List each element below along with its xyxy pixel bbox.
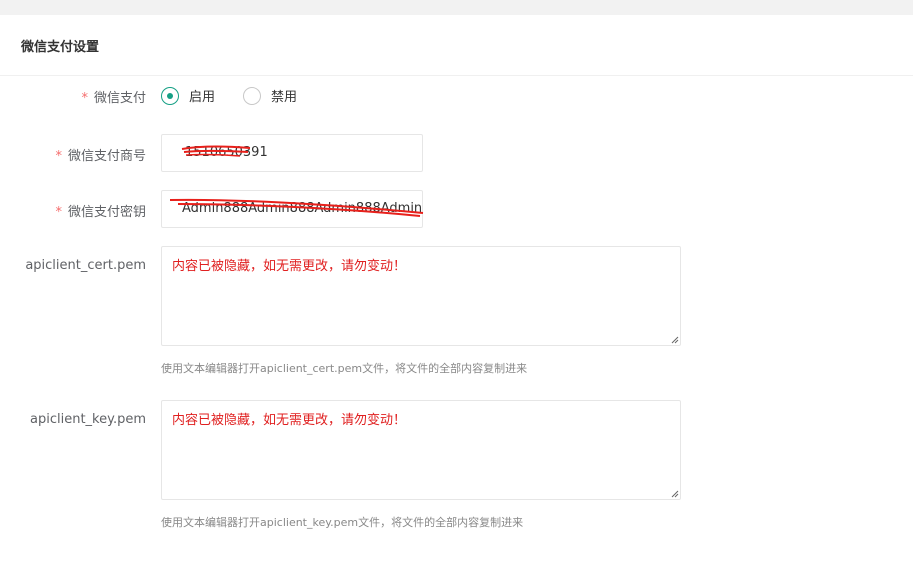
- required-mark: *: [81, 91, 88, 106]
- cert-pem-label: apiclient_cert.pem: [25, 258, 146, 273]
- key-pem-textarea[interactable]: 内容已被隐藏，如无需更改，请勿变动！: [161, 400, 681, 500]
- cert-pem-hint: 使用文本编辑器打开apiclient_cert.pem文件，将文件的全部内容复制…: [161, 362, 528, 375]
- cert-pem-textarea[interactable]: 内容已被隐藏，如无需更改，请勿变动！: [161, 246, 681, 346]
- radio-unchecked-icon[interactable]: [243, 86, 261, 105]
- required-mark: *: [55, 149, 62, 164]
- key-pem-hint: 使用文本编辑器打开apiclient_key.pem文件，将文件的全部内容复制进…: [161, 516, 524, 529]
- card-header: 微信支付设置: [0, 15, 913, 76]
- radio-disable[interactable]: 禁用: [243, 86, 297, 105]
- resize-grip-icon[interactable]: [671, 490, 679, 498]
- settings-card: 微信支付设置 * 微信支付 启用 禁用 * 微信支付商号 1510650391 * 微…: [0, 15, 913, 574]
- key-pem-label: apiclient_key.pem: [30, 412, 146, 427]
- merchant-id-input[interactable]: 1510650391: [161, 134, 423, 172]
- merchant-key-label: * 微信支付密钥: [55, 205, 146, 220]
- merchant-id-label: * 微信支付商号: [55, 149, 146, 164]
- radio-enable[interactable]: 启用: [161, 86, 215, 105]
- radio-disable-label: 禁用: [271, 90, 298, 105]
- resize-grip-icon[interactable]: [671, 336, 679, 344]
- radio-enable-label: 启用: [189, 90, 216, 105]
- radio-checked-icon[interactable]: [161, 86, 179, 105]
- wechat-pay-label: * 微信支付: [81, 91, 146, 106]
- required-mark: *: [55, 205, 62, 220]
- page-title: 微信支付设置: [21, 40, 100, 55]
- merchant-key-input[interactable]: Admin888Admin888Admin888Admin88: [161, 190, 423, 228]
